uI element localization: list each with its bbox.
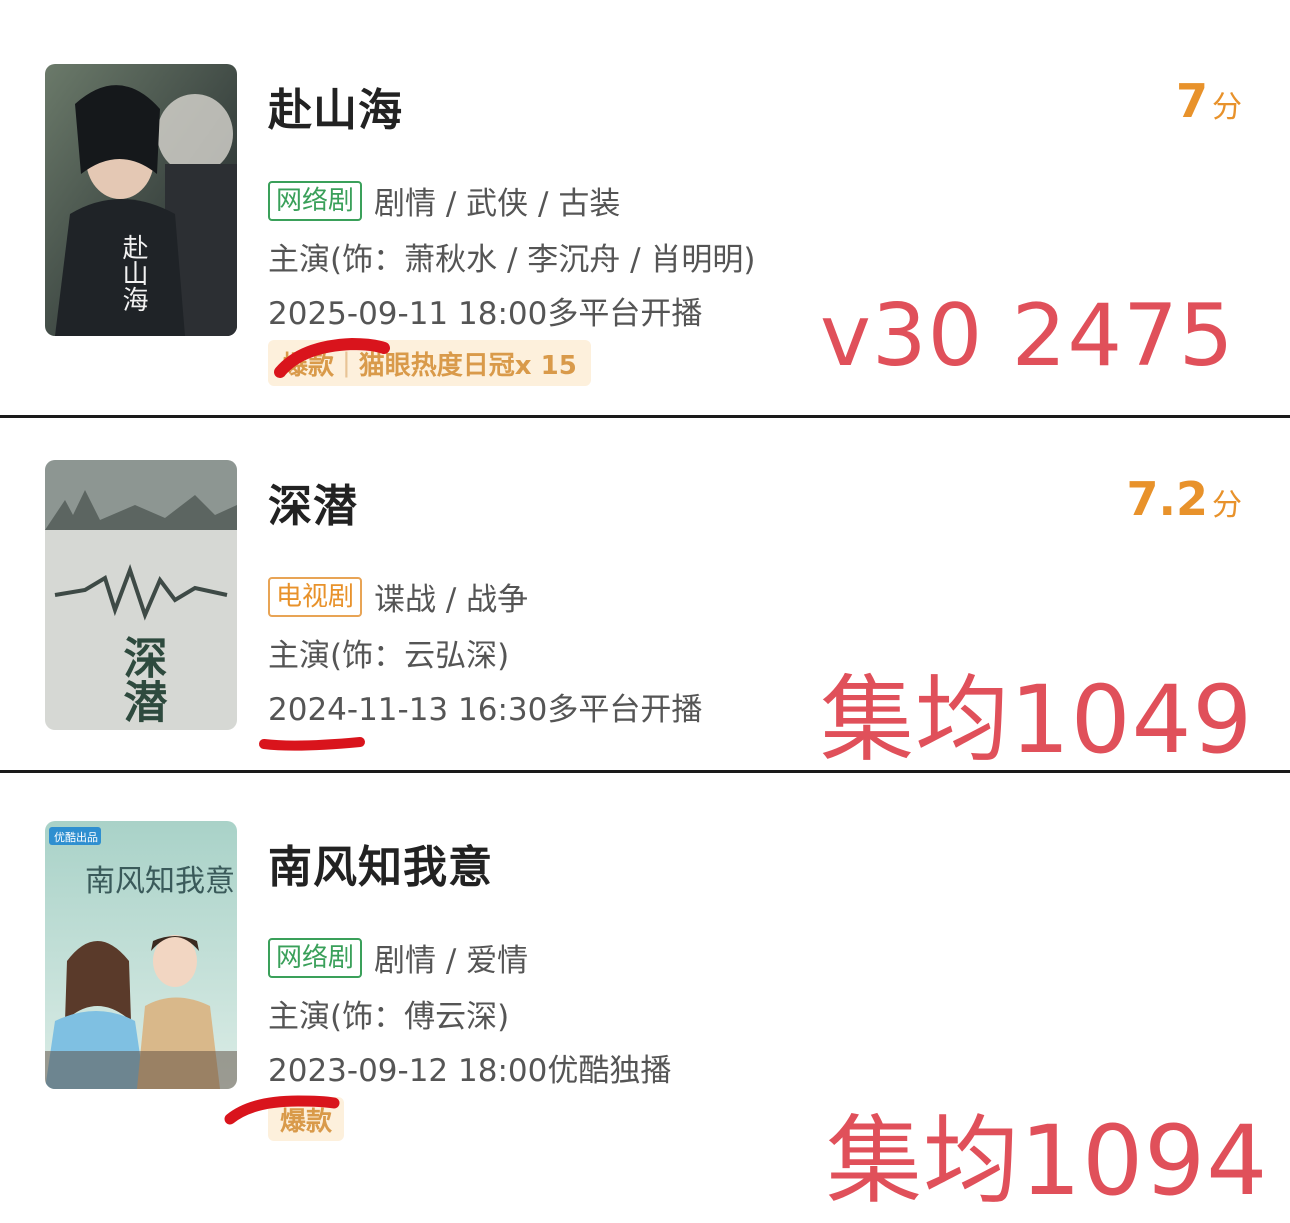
list-item[interactable]: 优酷出品 南风知我意 南风知我意 网络剧 剧情 / 爱情 主演(饰：傅云深) 2… xyxy=(0,773,1290,1223)
score: 7分 xyxy=(1176,74,1242,128)
poster-art: 优酷出品 南风知我意 xyxy=(45,821,237,1089)
category-tag: 电视剧 xyxy=(268,576,363,617)
drama-poster-image[interactable]: 赴山海 xyxy=(45,64,237,336)
score-value: 7.2 xyxy=(1126,472,1209,526)
genre-line: 电视剧 谍战 / 战争 xyxy=(268,574,528,619)
drama-title[interactable]: 赴山海 xyxy=(268,74,403,138)
annotation-text: 集均1049 xyxy=(820,666,1254,775)
release-line: 2023-09-12 18:00优酷独播 xyxy=(268,1053,672,1089)
poster-art: 赴山海 xyxy=(45,64,237,336)
release-line: 2025-09-11 18:00多平台开播 xyxy=(268,296,703,332)
score-value: 7 xyxy=(1175,74,1208,128)
poster-title-text: 赴山海 xyxy=(118,234,148,312)
category-tag: 网络剧 xyxy=(268,937,363,978)
drama-title[interactable]: 深潜 xyxy=(268,470,358,534)
category-tag: 网络剧 xyxy=(268,180,363,221)
genre-line: 网络剧 剧情 / 爱情 xyxy=(268,935,528,980)
annotation-text: 集均1094 xyxy=(826,1105,1269,1217)
genre-line: 网络剧 剧情 / 武侠 / 古装 xyxy=(268,178,620,223)
red-scribble-mark xyxy=(224,1095,340,1125)
cast-line: 主演(饰：云弘深) xyxy=(268,638,510,674)
annotation-text: v30 2475 xyxy=(820,286,1235,386)
genres: 谍战 / 战争 xyxy=(374,582,529,618)
release-line: 2024-11-13 16:30多平台开播 xyxy=(268,692,703,728)
poster-title-text: 深潜 xyxy=(116,635,168,723)
drama-title[interactable]: 南风知我意 xyxy=(268,831,493,895)
score-unit: 分 xyxy=(1212,488,1242,523)
poster-art: 深潜 xyxy=(45,460,237,730)
poster-badge-text: 优酷出品 xyxy=(54,830,98,844)
genres: 剧情 / 武侠 / 古装 xyxy=(374,186,621,222)
drama-poster-image[interactable]: 深潜 xyxy=(45,460,237,730)
genres: 剧情 / 爱情 xyxy=(374,943,529,979)
red-underline-mark xyxy=(259,737,365,751)
drama-poster-image[interactable]: 优酷出品 南风知我意 xyxy=(45,821,237,1089)
score: 7.2 分 xyxy=(1127,472,1243,526)
poster-title-text: 南风知我意 xyxy=(85,864,235,899)
list-item[interactable]: 深潜 深潜 7.2 分 电视剧 谍战 / 战争 主演(饰：云弘深) 2024-11… xyxy=(0,418,1290,775)
red-scribble-mark xyxy=(274,338,390,378)
drama-list: 赴山海 赴山海 7分 网络剧 剧情 / 武侠 / 古装 主演(饰：萧秋水 / 李… xyxy=(0,0,1290,1223)
list-item[interactable]: 赴山海 赴山海 7分 网络剧 剧情 / 武侠 / 古装 主演(饰：萧秋水 / 李… xyxy=(0,0,1290,415)
cast-line: 主演(饰：傅云深) xyxy=(268,999,510,1035)
score-unit: 分 xyxy=(1212,90,1242,125)
cast-line: 主演(饰：萧秋水 / 李沉舟 / 肖明明) xyxy=(268,242,756,278)
